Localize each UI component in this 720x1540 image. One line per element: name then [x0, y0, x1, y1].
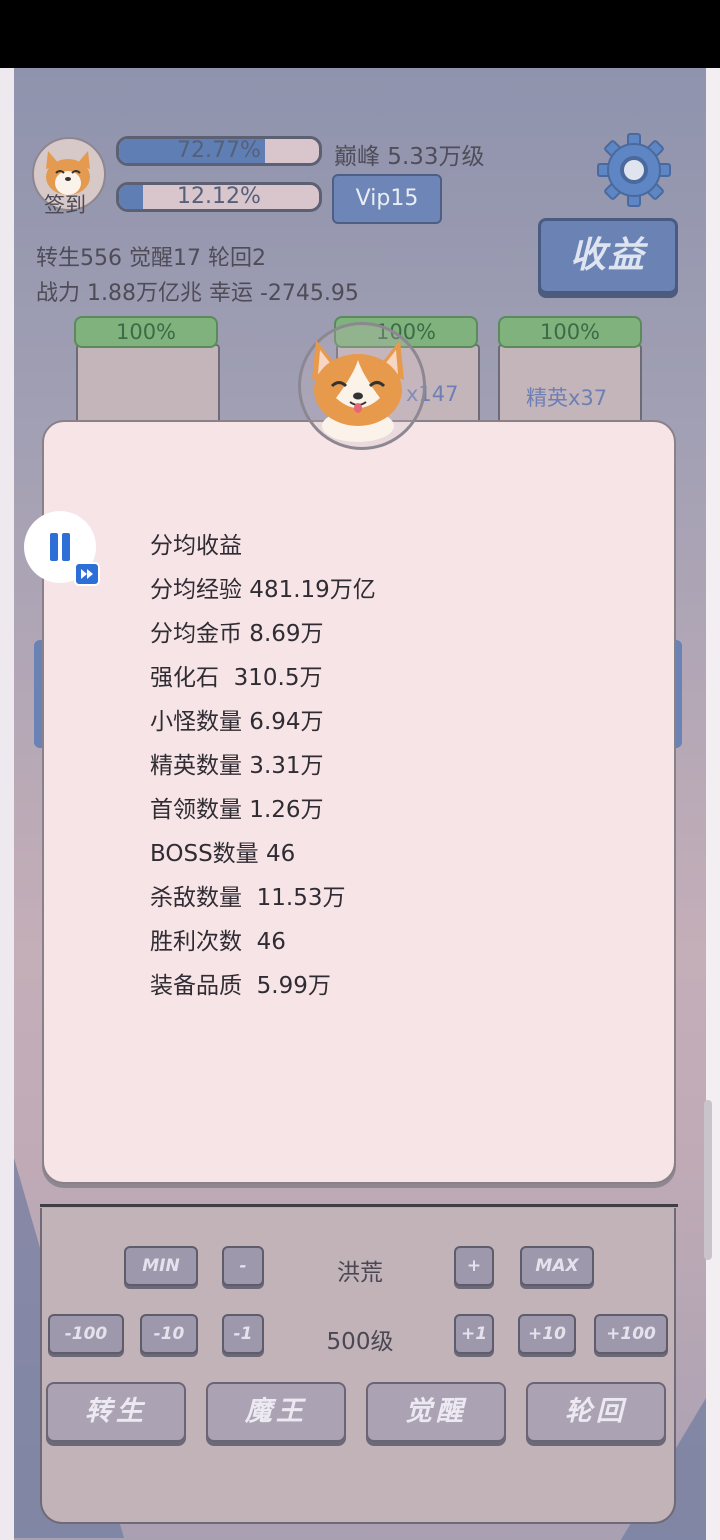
stat-row: 小怪数量 6.94万 [150, 709, 324, 735]
minus-button[interactable]: - [222, 1246, 264, 1286]
minus-100-button[interactable]: -100 [48, 1314, 124, 1354]
status-bar [0, 0, 720, 68]
stat-row: 杀敌数量 11.53万 [150, 885, 346, 911]
card-label: 精英x37 [526, 386, 608, 410]
income-button[interactable]: 收益 [538, 218, 678, 294]
reincarnation-button[interactable]: 轮回 [526, 1382, 666, 1442]
min-button[interactable]: MIN [124, 1246, 198, 1286]
scroll-track [706, 68, 720, 1540]
card-percent: 100% [498, 316, 642, 348]
plus-button[interactable]: + [454, 1246, 494, 1286]
panel-divider [40, 1204, 678, 1207]
scrollbar-thumb[interactable] [704, 1100, 712, 1260]
stat-row: 胜利次数 46 [150, 929, 286, 955]
stats-heading: 分均收益 [150, 533, 242, 559]
income-stats-list: 分均收益分均经验 481.19万亿 分均金币 8.69万 强化石 310.5万 小怪数… [150, 530, 376, 1014]
secondary-progress-text: 12.12% [177, 184, 261, 209]
stat-row: 首领数量 1.26万 [150, 797, 324, 823]
plus-1-button[interactable]: +1 [454, 1314, 494, 1354]
exp-progress-text: 72.77% [177, 138, 261, 163]
power-luck-stats: 战力 1.88万亿兆 幸运 -2745.95 [36, 281, 359, 306]
pause-icon [50, 533, 58, 561]
secondary-progress-bar: 12.12% [116, 182, 322, 212]
stat-row: 分均金币 8.69万 [150, 621, 324, 647]
pause-icon [62, 533, 70, 561]
exp-progress-bar: 72.77% [116, 136, 322, 166]
checkin-label[interactable]: 签到 [44, 189, 86, 219]
stat-row: 强化石 310.5万 [150, 665, 323, 691]
gear-icon[interactable] [596, 132, 672, 208]
minus-1-button[interactable]: -1 [222, 1314, 264, 1354]
minus-10-button[interactable]: -10 [140, 1314, 198, 1354]
income-stats-dialog: 分均收益分均经验 481.19万亿 分均金币 8.69万 强化石 310.5万 小怪数… [42, 420, 676, 1184]
corgi-mascot-icon [312, 340, 404, 442]
rebirth-stats: 转生556 觉醒17 轮回2 [36, 246, 266, 271]
peak-level-text: 巅峰 5.33万级 [334, 144, 485, 170]
stat-row: 分均经验 481.19万亿 [150, 577, 376, 603]
demon-king-button[interactable]: 魔王 [206, 1382, 346, 1442]
awaken-button[interactable]: 觉醒 [366, 1382, 506, 1442]
fast-forward-icon[interactable] [74, 562, 100, 586]
realm-label: 洪荒 [337, 1260, 383, 1286]
rebirth-button[interactable]: 转生 [46, 1382, 186, 1442]
plus-10-button[interactable]: +10 [518, 1314, 576, 1354]
card-percent: 100% [74, 316, 218, 348]
stat-row: 精英数量 3.31万 [150, 753, 324, 779]
level-label: 500级 [326, 1329, 394, 1355]
stat-row: BOSS数量 46 [150, 841, 296, 867]
max-button[interactable]: MAX [520, 1246, 594, 1286]
vip-button[interactable]: Vip15 [332, 174, 442, 224]
stat-row: 装备品质 5.99万 [150, 973, 331, 999]
plus-100-button[interactable]: +100 [594, 1314, 668, 1354]
